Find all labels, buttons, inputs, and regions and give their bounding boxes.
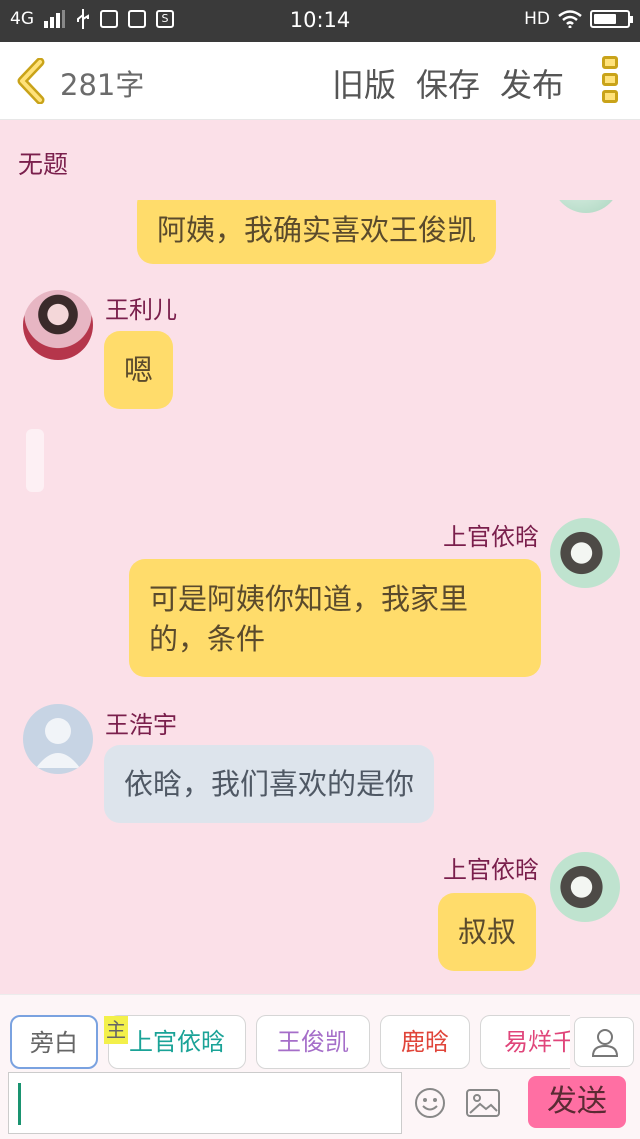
message-input[interactable] (8, 1072, 402, 1134)
character-chip[interactable]: 鹿晗 (380, 1015, 470, 1069)
avatar[interactable] (23, 290, 93, 360)
character-selector: 旁白 上官依晗 王俊凯 鹿晗 易烊千 (10, 1015, 570, 1069)
word-count: 281字 (60, 68, 145, 102)
wifi-icon (558, 10, 582, 28)
editor-header: 281字 旧版 保存 发布 (0, 42, 640, 120)
person-icon (591, 1029, 619, 1057)
back-arrow-icon[interactable] (14, 58, 50, 104)
message-line: 可是阿姨你知道，我家里 (149, 582, 469, 616)
emoji-icon[interactable] (414, 1087, 446, 1119)
chat-message: 阿姨，我确实喜欢王俊凯 (0, 200, 640, 264)
owner-badge: 主 (104, 1016, 128, 1044)
message-bubble[interactable]: 叔叔 (438, 893, 537, 971)
sender-name: 上官依晗 (443, 856, 539, 884)
send-button[interactable]: 发送 (528, 1076, 626, 1128)
battery-icon (590, 10, 633, 28)
message-bubble[interactable]: 依晗，我们喜欢的是你 (104, 745, 435, 823)
old-version-button[interactable]: 旧版 (332, 60, 396, 106)
avatar[interactable] (550, 518, 620, 588)
page-title[interactable]: 无题 (18, 145, 68, 181)
default-person-icon (36, 718, 80, 768)
avatar[interactable] (552, 200, 620, 213)
character-chip[interactable]: 易烊千 (480, 1015, 570, 1069)
more-menu-icon[interactable] (600, 56, 620, 106)
save-button[interactable]: 保存 (416, 60, 480, 106)
composer-panel: 旁白 上官依晗 王俊凯 鹿晗 易烊千 主 发送 (0, 994, 640, 1139)
status-bar: 4G S 10:14 HD (0, 0, 640, 42)
character-chip[interactable]: 上官依晗 (108, 1015, 246, 1069)
sender-name: 王利儿 (105, 296, 177, 324)
text-cursor (18, 1083, 21, 1125)
character-chip-narration[interactable]: 旁白 (10, 1015, 98, 1069)
publish-button[interactable]: 发布 (500, 60, 564, 106)
character-chip[interactable]: 王俊凯 (256, 1015, 370, 1069)
sender-name: 王浩宇 (105, 711, 177, 739)
manage-characters-button[interactable] (574, 1017, 634, 1067)
message-bubble[interactable]: 可是阿姨你知道，我家里 的，条件 (129, 559, 541, 677)
avatar[interactable] (23, 704, 93, 774)
sender-name: 上官依晗 (443, 523, 539, 551)
message-bubble[interactable]: 嗯 (104, 331, 174, 409)
image-icon[interactable] (466, 1089, 500, 1117)
hd-indicator: HD (524, 9, 550, 29)
message-line: 的，条件 (149, 622, 266, 656)
message-bubble[interactable]: 阿姨，我确实喜欢王俊凯 (137, 200, 497, 264)
narration-placeholder[interactable] (26, 429, 44, 492)
avatar[interactable] (550, 852, 620, 922)
